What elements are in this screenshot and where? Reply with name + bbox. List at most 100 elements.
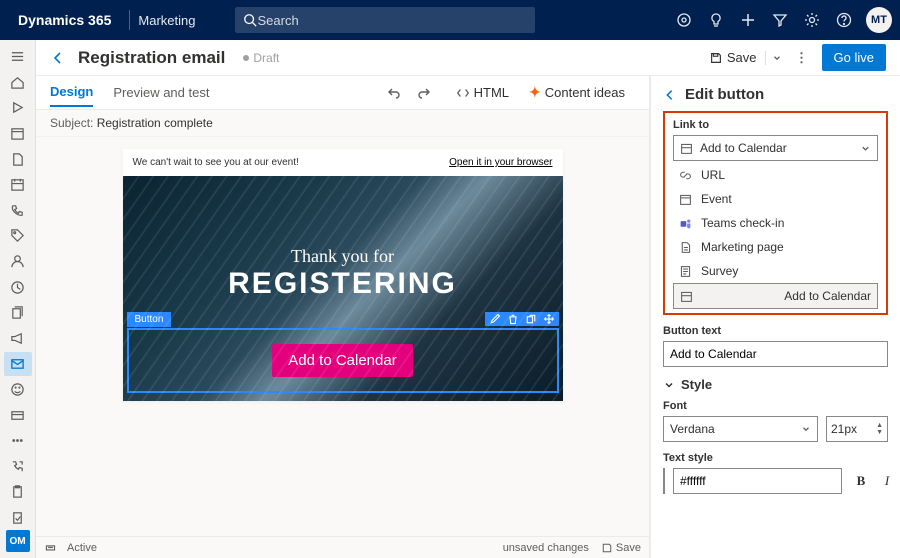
megaphone-icon[interactable]	[4, 327, 32, 351]
sparkle-icon: ✦	[529, 84, 541, 101]
tab-design[interactable]: Design	[50, 78, 93, 107]
survey-icon	[679, 265, 695, 278]
canvas[interactable]: We can't wait to see you at our event! O…	[36, 137, 649, 536]
emoji-icon[interactable]	[4, 378, 32, 402]
chevron-down-icon	[860, 143, 871, 154]
left-nav: OM	[0, 40, 36, 558]
hero-line2: REGISTERING	[133, 267, 553, 301]
hamburger-icon[interactable]	[4, 45, 32, 69]
text-color-input[interactable]	[673, 468, 842, 494]
font-label: Font	[663, 400, 888, 412]
filter-icon[interactable]	[764, 0, 796, 40]
italic-button[interactable]: I	[876, 468, 898, 494]
delete-icon[interactable]	[507, 313, 519, 325]
save-icon	[709, 51, 723, 65]
option-teams[interactable]: Teams check-in	[673, 211, 878, 235]
move-icon[interactable]	[543, 313, 555, 325]
selection-label: Button	[127, 312, 172, 327]
text-color-swatch[interactable]	[663, 468, 665, 494]
save-button[interactable]: Save	[701, 46, 765, 69]
button-text-label: Button text	[663, 325, 888, 337]
selected-button-element[interactable]: Button Add to Calendar	[127, 328, 559, 393]
brand: Dynamics 365	[8, 12, 121, 28]
subject-label: Subject:	[50, 116, 93, 130]
dots-icon[interactable]	[4, 429, 32, 453]
avatar[interactable]: MT	[866, 7, 892, 33]
lightbulb-icon[interactable]	[700, 0, 732, 40]
calendar-icon[interactable]	[4, 173, 32, 197]
call-icon[interactable]	[4, 455, 32, 479]
undo-button[interactable]	[386, 85, 416, 101]
hero-line1: Thank you for	[133, 246, 553, 267]
bold-button[interactable]: B	[850, 468, 872, 494]
tag-icon[interactable]	[4, 224, 32, 248]
clipboard-icon[interactable]	[4, 480, 32, 504]
files-icon[interactable]	[4, 301, 32, 325]
font-size-input[interactable]: 21px ▲▼	[826, 416, 888, 442]
status-icon[interactable]	[44, 541, 57, 554]
option-event[interactable]: Event	[673, 187, 878, 211]
text-style-label: Text style	[663, 452, 888, 464]
app-name: Marketing	[138, 13, 195, 28]
target-icon[interactable]	[668, 0, 700, 40]
edit-icon[interactable]	[489, 313, 501, 325]
global-header: Dynamics 365 Marketing MT	[0, 0, 900, 40]
option-url[interactable]: URL	[673, 163, 878, 187]
tab-preview[interactable]: Preview and test	[113, 79, 209, 106]
code-icon	[456, 86, 470, 100]
clipboard-check-icon[interactable]	[4, 506, 32, 530]
open-browser-link[interactable]: Open it in your browser	[449, 157, 552, 168]
help-icon[interactable]	[828, 0, 860, 40]
plus-icon[interactable]	[732, 0, 764, 40]
back-button[interactable]	[50, 50, 72, 66]
hero-section[interactable]: Thank you for REGISTERING Button	[123, 176, 563, 401]
style-section-header[interactable]: Style	[663, 377, 888, 392]
preheader-text: We can't wait to see you at our event!	[133, 157, 299, 168]
calendar-icon	[680, 142, 696, 155]
cta-button[interactable]: Add to Calendar	[272, 344, 412, 377]
teams-icon	[679, 217, 695, 230]
clock-icon[interactable]	[4, 275, 32, 299]
home-icon[interactable]	[4, 71, 32, 95]
event-icon[interactable]	[4, 122, 32, 146]
event-icon	[679, 193, 695, 206]
more-button[interactable]: ⋮	[788, 50, 816, 66]
person-icon[interactable]	[4, 250, 32, 274]
go-live-button[interactable]: Go live	[822, 44, 886, 71]
global-search[interactable]	[235, 7, 535, 33]
doc-icon[interactable]	[4, 147, 32, 171]
duplicate-icon[interactable]	[525, 313, 537, 325]
subject-line[interactable]: Subject: Registration complete	[36, 110, 649, 137]
link-to-options: URL Event Teams check-in Marketing page …	[673, 163, 878, 309]
footer-save-button[interactable]: Save	[601, 542, 641, 554]
link-to-combobox[interactable]: Add to Calendar	[673, 135, 878, 161]
redo-button[interactable]	[416, 85, 446, 101]
card-icon[interactable]	[4, 403, 32, 427]
save-label: Save	[727, 50, 757, 65]
save-split-button[interactable]: Save	[701, 46, 788, 69]
mail-icon[interactable]	[4, 352, 32, 376]
unsaved-text: unsaved changes	[503, 542, 589, 554]
html-button[interactable]: HTML	[456, 85, 509, 100]
html-label: HTML	[474, 85, 509, 100]
editor-pane: Design Preview and test HTML ✦ Content i…	[36, 76, 650, 558]
status-active: Active	[67, 542, 97, 554]
button-text-input[interactable]	[663, 341, 888, 367]
save-chevron[interactable]	[765, 51, 788, 65]
link-to-section: Link to Add to Calendar URL Event Teams …	[663, 111, 888, 315]
content-ideas-button[interactable]: ✦ Content ideas	[529, 84, 625, 101]
link-icon	[679, 169, 695, 182]
option-survey[interactable]: Survey	[673, 259, 878, 283]
option-marketing-page[interactable]: Marketing page	[673, 235, 878, 259]
panel-back-button[interactable]	[663, 88, 677, 102]
play-icon[interactable]	[4, 96, 32, 120]
link-to-label: Link to	[673, 119, 878, 131]
search-input[interactable]	[257, 13, 527, 28]
status-bar: Active unsaved changes Save	[36, 536, 649, 558]
om-badge[interactable]: OM	[6, 530, 30, 552]
phone-icon[interactable]	[4, 199, 32, 223]
option-add-to-calendar[interactable]: Add to Calendar	[673, 283, 878, 309]
font-select[interactable]: Verdana	[663, 416, 818, 442]
ideas-label: Content ideas	[545, 85, 625, 100]
gear-icon[interactable]	[796, 0, 828, 40]
